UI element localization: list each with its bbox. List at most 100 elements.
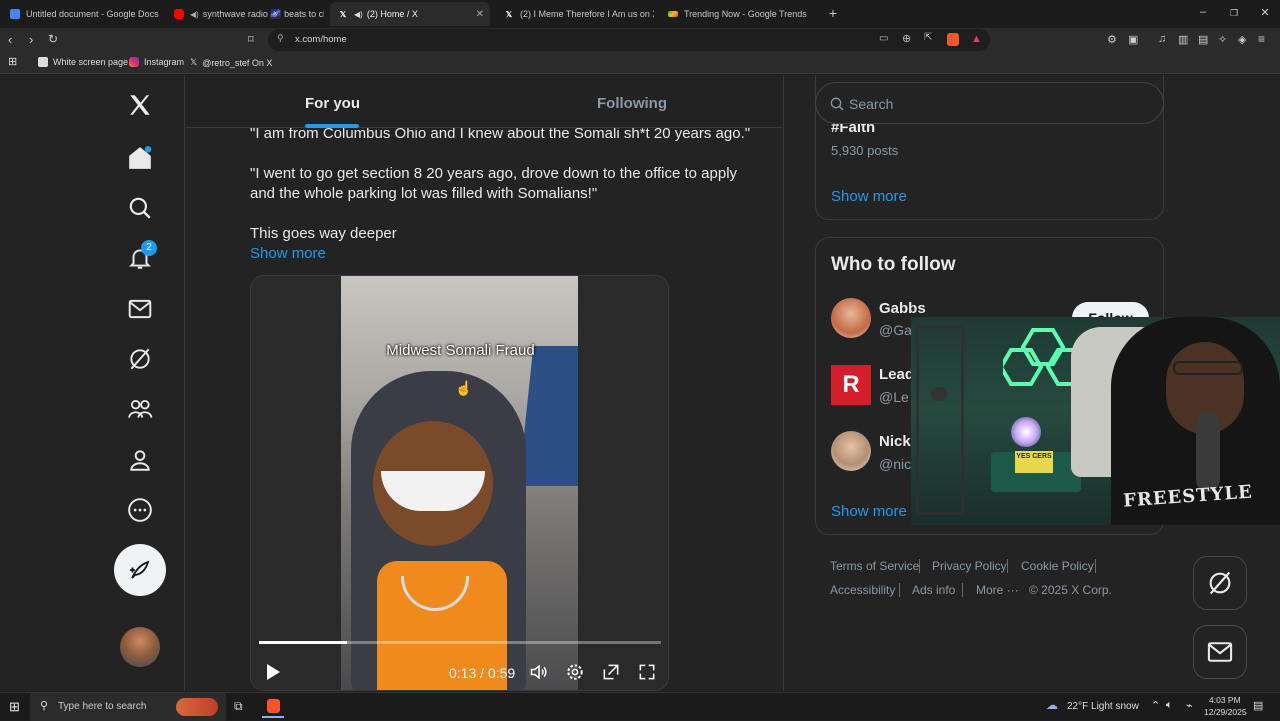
communities-icon[interactable] [120, 389, 160, 429]
brave-shields-icon[interactable] [947, 33, 959, 46]
vpn-icon[interactable]: ◈ [1238, 33, 1246, 46]
wallet-icon[interactable]: ▣ [1128, 33, 1138, 46]
settings-icon[interactable] [565, 662, 585, 687]
account-name[interactable]: Nick [879, 433, 911, 450]
clock-date[interactable]: 12/29/2025 [1204, 707, 1247, 717]
more-icon[interactable] [120, 490, 160, 530]
tab-x-home[interactable]: 𝕏 ◀) (2) Home / X ✕ [330, 2, 490, 26]
notifications-icon[interactable]: 2 [120, 238, 160, 278]
bookmark-retro-stef[interactable]: 𝕏 @retro_stef On X [190, 57, 272, 68]
footer-accessibility-link[interactable]: Accessibility [830, 583, 895, 597]
profile-icon[interactable] [120, 440, 160, 480]
home-icon[interactable] [120, 138, 160, 178]
video-progress-track[interactable] [259, 641, 661, 644]
apps-grid-icon[interactable]: ⊞ [8, 55, 17, 68]
footer-privacy-link[interactable]: Privacy Policy [932, 559, 1007, 573]
forward-icon[interactable]: › [29, 32, 33, 47]
picture-in-picture-icon[interactable] [601, 662, 621, 687]
wallet-icon[interactable]: ▤ [1198, 33, 1208, 46]
volume-tray-icon[interactable]: 🔈︎ [1166, 699, 1173, 712]
footer-copyright: © 2025 X Corp. [1029, 583, 1112, 597]
fullscreen-icon[interactable] [637, 662, 657, 687]
video-player[interactable]: Midwest Somali Fraud ☝ 0:13 / 0:59 [250, 275, 669, 691]
who-to-follow-show-more-link[interactable]: Show more [831, 503, 907, 520]
leo-icon[interactable]: ✧ [1218, 33, 1227, 46]
minimize-icon[interactable]: – [1196, 6, 1210, 18]
main-feed: For you Following "I am from Columbus Oh… [184, 75, 784, 691]
url-bar[interactable]: ⚲ x.com/home ▭ ⊕ ⇱ ▲ [268, 29, 990, 51]
bookmark-icon[interactable]: ⌑ [248, 33, 254, 46]
zoom-icon[interactable]: ⊕ [902, 32, 911, 45]
reload-icon[interactable]: ↻ [48, 32, 58, 46]
compose-post-button[interactable] [114, 544, 166, 596]
footer-ads-info-link[interactable]: Ads info [912, 583, 955, 597]
weather-text[interactable]: 22°F Light snow [1067, 701, 1139, 712]
notification-center-icon[interactable]: ▤ [1253, 699, 1263, 712]
clock-time[interactable]: 4:03 PM [1209, 695, 1241, 705]
taskbar-search-box[interactable]: ⚲ Type here to search [30, 693, 226, 721]
new-tab-button[interactable]: + [826, 5, 840, 21]
volume-icon[interactable] [529, 662, 549, 687]
sidebar-toggle-icon[interactable]: ▥ [1178, 33, 1188, 46]
media-icon[interactable]: ♫ [1158, 33, 1166, 45]
account-name[interactable]: Gabbs [879, 300, 926, 317]
tab-following[interactable]: Following [484, 75, 783, 128]
active-tab-indicator [305, 124, 359, 128]
bookmarks-bar: ⊞ White screen page Instagram 𝕏 @retro_s… [0, 52, 1280, 74]
search-placeholder: Search [849, 96, 894, 112]
footer-cookie-link[interactable]: Cookie Policy [1021, 559, 1094, 573]
bookmark-label: White screen page [53, 57, 129, 67]
show-more-link[interactable]: Show more [250, 244, 326, 264]
x-logo-icon[interactable] [120, 85, 160, 125]
tray-chevron-icon[interactable]: ⌃ [1151, 699, 1160, 712]
tab-for-you[interactable]: For you [185, 75, 484, 128]
weather-icon[interactable]: ☁ [1046, 698, 1058, 712]
tab-google-trends[interactable]: Trending Now - Google Trends [660, 2, 818, 26]
close-tab-icon[interactable]: ✕ [476, 9, 484, 20]
messages-icon[interactable] [120, 289, 160, 329]
footer-terms-link[interactable]: Terms of Service [830, 559, 919, 573]
task-view-icon[interactable]: ⧉ [234, 699, 243, 714]
bookmark-instagram[interactable]: Instagram [129, 57, 184, 67]
search-box[interactable]: Search [815, 82, 1164, 124]
account-name[interactable]: Lead [879, 366, 914, 383]
brave-rewards-icon[interactable]: ▲ [971, 33, 982, 45]
windows-start-icon[interactable]: ⊞ [9, 699, 20, 715]
x-icon: 𝕏 [339, 9, 347, 19]
grok-floating-button[interactable] [1193, 556, 1247, 610]
network-icon[interactable]: ⌁ [1186, 699, 1193, 712]
avatar[interactable] [120, 627, 160, 667]
avatar[interactable] [831, 431, 871, 471]
close-window-icon[interactable]: ✕ [1258, 6, 1272, 19]
video-time: 0:13 / 0:59 [449, 665, 516, 681]
back-icon[interactable]: ‹ [8, 32, 12, 47]
search-icon[interactable] [120, 188, 160, 228]
messages-floating-button[interactable] [1193, 625, 1247, 679]
avatar[interactable]: R [831, 365, 871, 405]
docs-icon [10, 9, 20, 19]
x-icon: 𝕏 [190, 57, 198, 67]
extensions-icon[interactable]: ⚙ [1107, 33, 1117, 46]
audio-icon: ◀) [354, 9, 363, 19]
brave-taskbar-button[interactable] [262, 696, 284, 718]
tab-x-meme[interactable]: 𝕏 (2) I Meme Therefore I Am us on X: " [496, 2, 654, 26]
who-to-follow-title: Who to follow [831, 254, 956, 275]
footer-more-link[interactable]: More ··· [976, 583, 1019, 597]
cast-icon[interactable]: ▭ [879, 33, 888, 44]
share-icon[interactable]: ⇱ [924, 32, 932, 43]
account-handle: @Ga [879, 322, 912, 338]
site-settings-icon[interactable]: ⚲ [277, 33, 284, 44]
restore-icon[interactable]: ❐ [1227, 8, 1241, 19]
trends-show-more-link[interactable]: Show more [831, 188, 907, 205]
tab-google-docs[interactable]: Untitled document - Google Docs [2, 2, 160, 26]
tab-label: (2) Home / X [366, 9, 418, 19]
x-home-page: 2 For you Following "I am from Columbus … [0, 75, 1280, 691]
bookmark-white-screen[interactable]: White screen page [38, 57, 128, 67]
avatar[interactable] [831, 298, 871, 338]
grok-icon[interactable] [120, 339, 160, 379]
shelf [916, 325, 964, 515]
tab-label: synthwave radio 🌌 beats to chill [202, 8, 324, 19]
tab-youtube[interactable]: ◀) synthwave radio 🌌 beats to chill [166, 2, 324, 26]
menu-icon[interactable]: ≡ [1258, 32, 1265, 46]
play-icon[interactable] [265, 663, 281, 686]
